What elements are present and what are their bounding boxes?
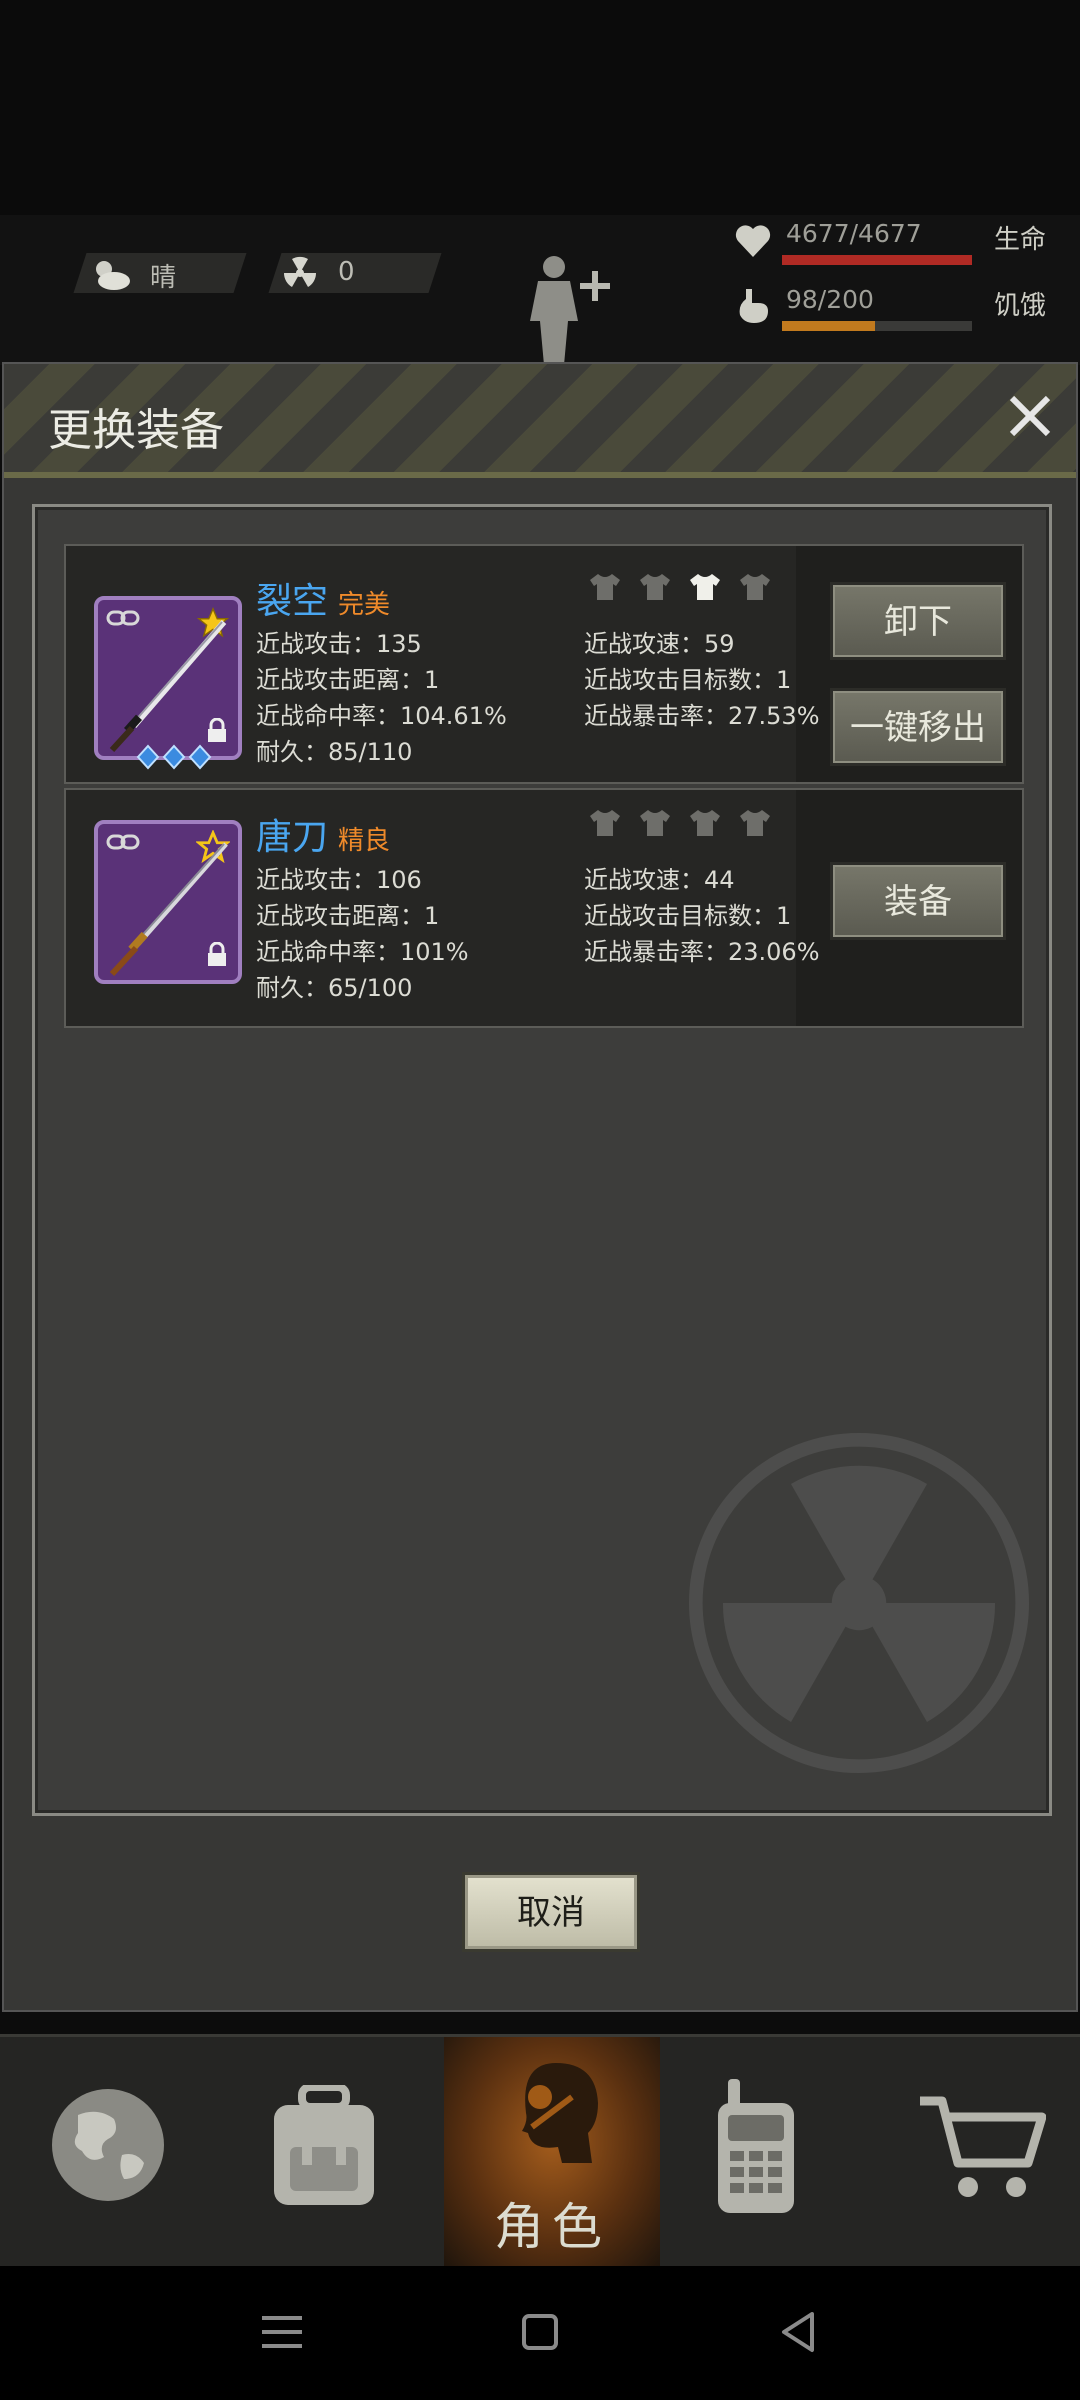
stat-melee-speed: 近战攻速：44 bbox=[584, 866, 735, 894]
shirt-icon-active bbox=[690, 574, 720, 600]
life-value: 4677/4677 bbox=[786, 219, 922, 248]
remove-all-button[interactable]: 一键移出 bbox=[830, 688, 1006, 766]
dialog-title: 更换装备 bbox=[48, 405, 224, 456]
character-icon bbox=[522, 2063, 598, 2163]
change-equipment-dialog: 更换装备 裂空 完美 近战攻击：135 近战攻击距离：1 近战命中率：104.6… bbox=[2, 362, 1078, 2012]
equipment-item-liekong[interactable]: 裂空 完美 近战攻击：135 近战攻击距离：1 近战命中率：104.61% 耐久… bbox=[64, 544, 1024, 784]
radiation-watermark-icon bbox=[689, 1433, 1029, 1773]
system-nav-bar bbox=[0, 2266, 1080, 2400]
status-area: 晴 0 4677/4677 生命 98/200 饥饿 bbox=[0, 215, 1080, 365]
lock-icon bbox=[208, 942, 226, 966]
home-icon[interactable] bbox=[520, 2312, 560, 2352]
shirt-icon bbox=[590, 810, 620, 836]
lock-icon bbox=[208, 718, 226, 742]
close-button[interactable] bbox=[1000, 386, 1060, 446]
bottom-nav: 角色 bbox=[0, 2034, 1080, 2269]
stat-melee-speed: 近战攻速：59 bbox=[584, 630, 735, 658]
radiation-icon bbox=[283, 256, 317, 287]
cloud-sun-icon bbox=[96, 261, 130, 290]
life-label: 生命 bbox=[994, 225, 1047, 255]
stat-melee-hit: 近战命中率：104.61% bbox=[256, 702, 507, 730]
stat-melee-crit: 近战暴击率：23.06% bbox=[584, 938, 820, 966]
hunger-label: 饥饿 bbox=[994, 291, 1047, 321]
cart-icon bbox=[920, 2096, 1046, 2197]
stat-melee-attack: 近战攻击：135 bbox=[256, 630, 422, 658]
nav-world[interactable] bbox=[0, 2037, 216, 2269]
equip-button[interactable]: 装备 bbox=[830, 862, 1006, 940]
shirt-icon bbox=[740, 810, 770, 836]
character-add-icon[interactable] bbox=[520, 251, 620, 365]
back-icon[interactable] bbox=[778, 2310, 818, 2354]
equipment-item-tangdao[interactable]: 唐刀 精良 近战攻击：106 近战攻击距离：1 近战命中率：101% 耐久：65… bbox=[64, 788, 1024, 1028]
item-quality: 完美 bbox=[338, 590, 391, 620]
item-icon-frame bbox=[94, 820, 242, 984]
item-quality: 精良 bbox=[338, 826, 391, 856]
weather-text: 晴 bbox=[150, 263, 177, 293]
stat-melee-hit: 近战命中率：101% bbox=[256, 938, 469, 966]
radiation-value: 0 bbox=[338, 257, 355, 287]
menu-icon[interactable] bbox=[262, 2314, 302, 2350]
stat-melee-range: 近战攻击距离：1 bbox=[256, 666, 440, 694]
item-icon-frame bbox=[94, 596, 242, 770]
radio-icon bbox=[718, 2079, 794, 2213]
stat-melee-attack: 近战攻击：106 bbox=[256, 866, 422, 894]
top-bar bbox=[0, 0, 1080, 215]
shirt-icon bbox=[690, 810, 720, 836]
shirt-icon bbox=[740, 574, 770, 600]
item-name: 唐刀 bbox=[256, 817, 329, 858]
cancel-button[interactable]: 取消 bbox=[462, 1872, 640, 1952]
nav-radio[interactable] bbox=[648, 2037, 864, 2269]
stat-melee-crit: 近战暴击率：27.53% bbox=[584, 702, 820, 730]
life-bar-fill bbox=[782, 255, 972, 265]
nav-character[interactable]: 角色 bbox=[444, 2037, 660, 2269]
dialog-header: 更换装备 bbox=[4, 364, 1076, 478]
stat-melee-targets: 近战攻击目标数：1 bbox=[584, 902, 792, 930]
shirt-icon bbox=[640, 574, 670, 600]
stat-durability: 耐久：65/100 bbox=[256, 974, 413, 1002]
close-icon bbox=[1009, 395, 1051, 437]
hunger-bar-fill bbox=[782, 321, 876, 331]
shirt-icon bbox=[590, 574, 620, 600]
unequip-button[interactable]: 卸下 bbox=[830, 582, 1006, 660]
shirt-icon bbox=[640, 810, 670, 836]
nav-character-label: 角色 bbox=[494, 2198, 610, 2256]
stat-melee-range: 近战攻击距离：1 bbox=[256, 902, 440, 930]
hunger-value: 98/200 bbox=[786, 285, 874, 314]
heart-icon bbox=[735, 225, 771, 257]
stat-melee-targets: 近战攻击目标数：1 bbox=[584, 666, 792, 694]
nav-shop[interactable] bbox=[864, 2037, 1080, 2269]
nav-backpack[interactable] bbox=[216, 2037, 432, 2269]
backpack-icon bbox=[274, 2085, 374, 2205]
gem-slots-icon bbox=[136, 744, 212, 770]
item-name: 裂空 bbox=[256, 581, 329, 622]
stomach-icon bbox=[739, 289, 768, 323]
stat-durability: 耐久：85/110 bbox=[256, 738, 413, 766]
world-icon bbox=[52, 2089, 164, 2201]
